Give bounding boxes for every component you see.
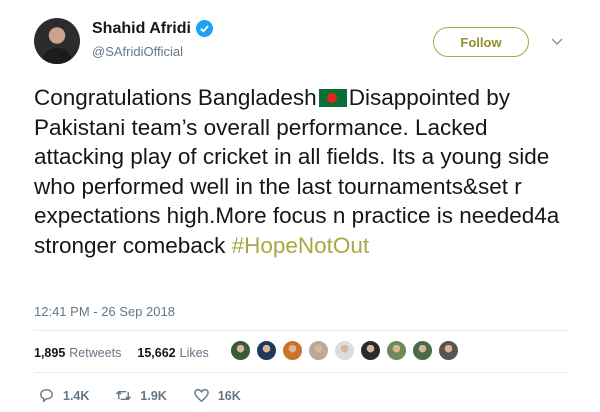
reply-icon — [40, 389, 53, 403]
liker-avatar[interactable] — [282, 340, 303, 361]
liker-avatar[interactable] — [334, 340, 355, 361]
retweet-button[interactable]: 1.9K — [115, 387, 167, 404]
tweet-timestamp[interactable]: 12:41 PM - 26 Sep 2018 — [34, 304, 175, 319]
reply-button[interactable]: 1.4K — [38, 387, 89, 404]
engagement-stats: 1,895 Retweets 15,662 Likes — [34, 346, 209, 360]
chevron-down-icon[interactable] — [550, 34, 564, 48]
tweet-actions: 1.4K 1.9K 16K — [38, 387, 267, 404]
retweets-label[interactable]: Retweets — [69, 346, 121, 360]
hashtag-link[interactable]: #HopeNotOut — [232, 233, 370, 258]
reply-count: 1.4K — [63, 388, 90, 403]
liker-avatar[interactable] — [412, 340, 433, 361]
liker-avatar[interactable] — [386, 340, 407, 361]
tweet-text-start: Congratulations Bangladesh — [34, 85, 317, 110]
heart-icon — [193, 388, 209, 403]
author-name[interactable]: Shahid Afridi — [92, 20, 191, 38]
divider — [34, 372, 569, 373]
like-count: 16K — [217, 388, 241, 403]
likes-count[interactable]: 15,662 — [137, 346, 175, 360]
tweet-text: Congratulations Bangladesh Disappointed b… — [34, 83, 569, 260]
retweets-count[interactable]: 1,895 — [34, 346, 65, 360]
divider — [34, 330, 569, 331]
liker-avatar[interactable] — [438, 340, 459, 361]
liker-avatar[interactable] — [360, 340, 381, 361]
likes-label[interactable]: Likes — [180, 346, 209, 360]
verified-badge-icon — [196, 20, 213, 37]
bangladesh-flag-icon — [318, 89, 347, 107]
follow-button[interactable]: Follow — [433, 27, 529, 57]
avatar[interactable] — [34, 18, 80, 64]
liker-avatar[interactable] — [308, 340, 329, 361]
like-button[interactable]: 16K — [193, 387, 241, 404]
retweet-icon — [116, 390, 132, 401]
liker-avatar[interactable] — [256, 340, 277, 361]
retweet-count: 1.9K — [140, 388, 167, 403]
author-handle[interactable]: @SAfridiOfficial — [92, 44, 183, 59]
liker-avatars — [230, 340, 464, 361]
liker-avatar[interactable] — [230, 340, 251, 361]
